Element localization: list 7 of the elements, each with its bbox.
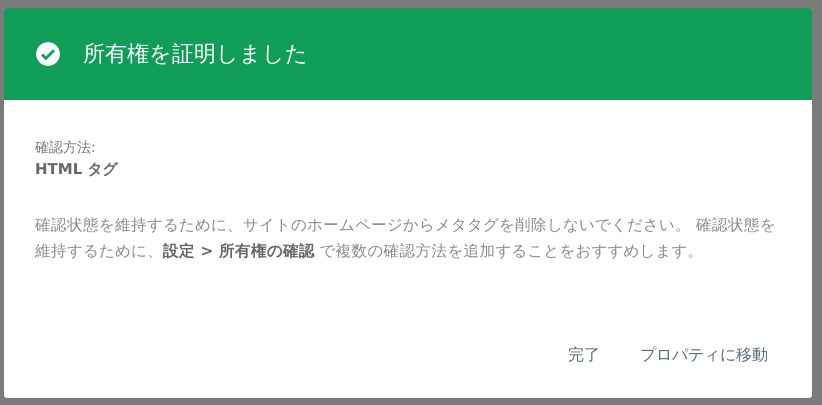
method-label: 確認方法: — [35, 139, 97, 158]
message-text: 確認状態を維持するために、サイトのホームページからメタタグを削除しないでください。 確認状態を維持するために、設定 > 所有権の確認 で複数の確認方法を追加することをおすすめします。 — [35, 215, 776, 262]
check-circle-icon — [35, 41, 61, 67]
dialog-title: 所有権を証明しました — [83, 41, 308, 69]
dialog-button[interactable]: 完了 — [560, 339, 608, 372]
method-value: HTML タグ — [35, 159, 119, 180]
dialog-button[interactable]: プロパティに移動 — [632, 339, 776, 372]
